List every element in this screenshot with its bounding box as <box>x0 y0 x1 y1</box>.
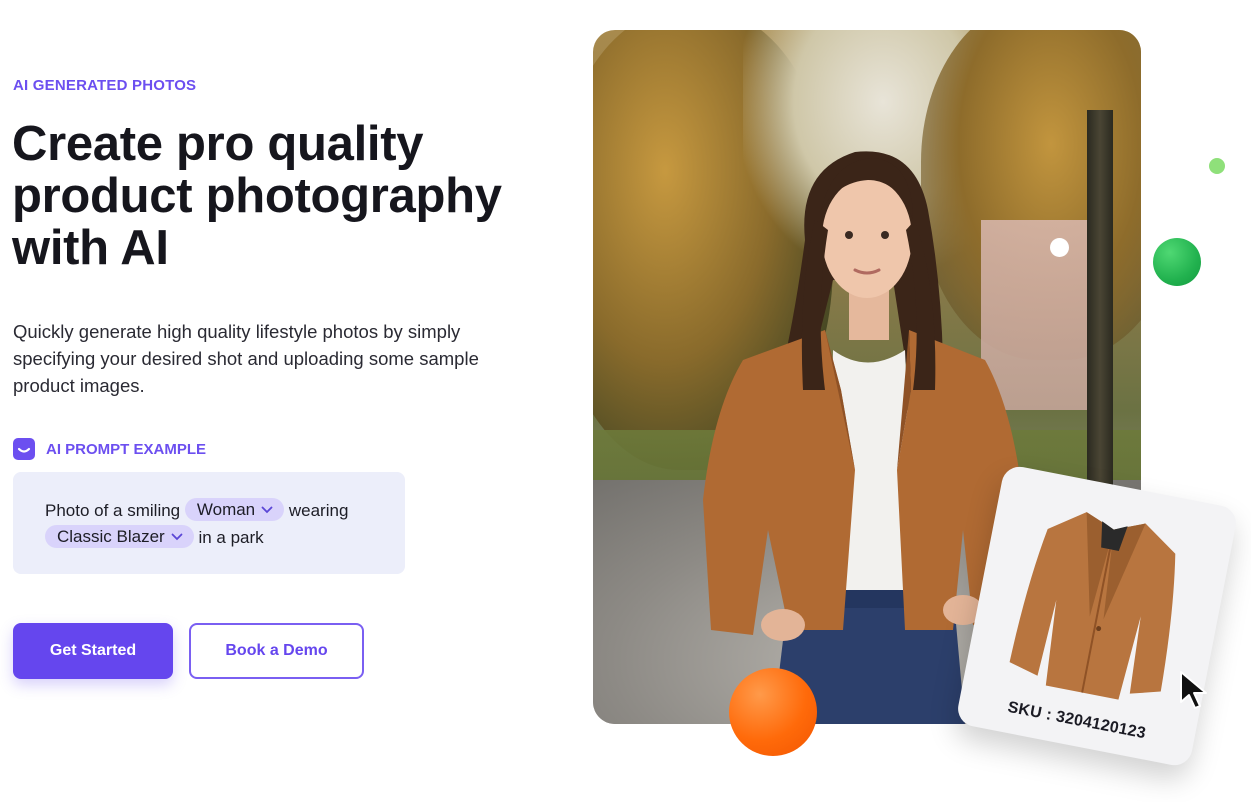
page-headline: Create pro quality product photography w… <box>12 118 572 274</box>
decorative-orange-circle <box>729 668 817 756</box>
section-eyebrow: AI GENERATED PHOTOS <box>13 77 197 94</box>
prompt-example-title: AI PROMPT EXAMPLE <box>46 440 207 458</box>
subject-dropdown-chip[interactable]: Woman <box>184 498 285 521</box>
product-sku-card: SKU : 3204120123 <box>954 463 1240 769</box>
product-dropdown-chip[interactable]: Classic Blazer <box>45 525 194 548</box>
prompt-text-before: Photo of a smiling <box>45 501 181 520</box>
decorative-white-dot <box>1050 238 1069 257</box>
smile-icon <box>13 438 35 460</box>
prompt-example-label: AI PROMPT EXAMPLE <box>13 438 206 460</box>
subject-chip-label: Woman <box>196 500 256 519</box>
headline-line-2: product photography <box>12 169 502 223</box>
prompt-text-middle: wearing <box>288 501 349 520</box>
book-demo-button[interactable]: Book a Demo <box>189 623 364 679</box>
get-started-button[interactable]: Get Started <box>13 623 173 679</box>
product-chip-label: Classic Blazer <box>57 527 165 546</box>
headline-line-1: Create pro quality <box>12 117 424 171</box>
mouse-cursor-icon <box>1180 671 1207 709</box>
decorative-green-circle <box>1153 238 1201 286</box>
prompt-example-box: Photo of a smiling Woman wearing Classic… <box>13 472 405 574</box>
blazer-product-image <box>1009 512 1176 700</box>
decorative-green-dot <box>1209 158 1225 174</box>
chevron-down-icon <box>261 506 273 513</box>
headline-line-3: with AI <box>12 221 169 275</box>
prompt-text-after: in a park <box>198 528 264 547</box>
hero-description: Quickly generate high quality lifestyle … <box>13 321 479 396</box>
chevron-down-icon <box>171 533 183 540</box>
